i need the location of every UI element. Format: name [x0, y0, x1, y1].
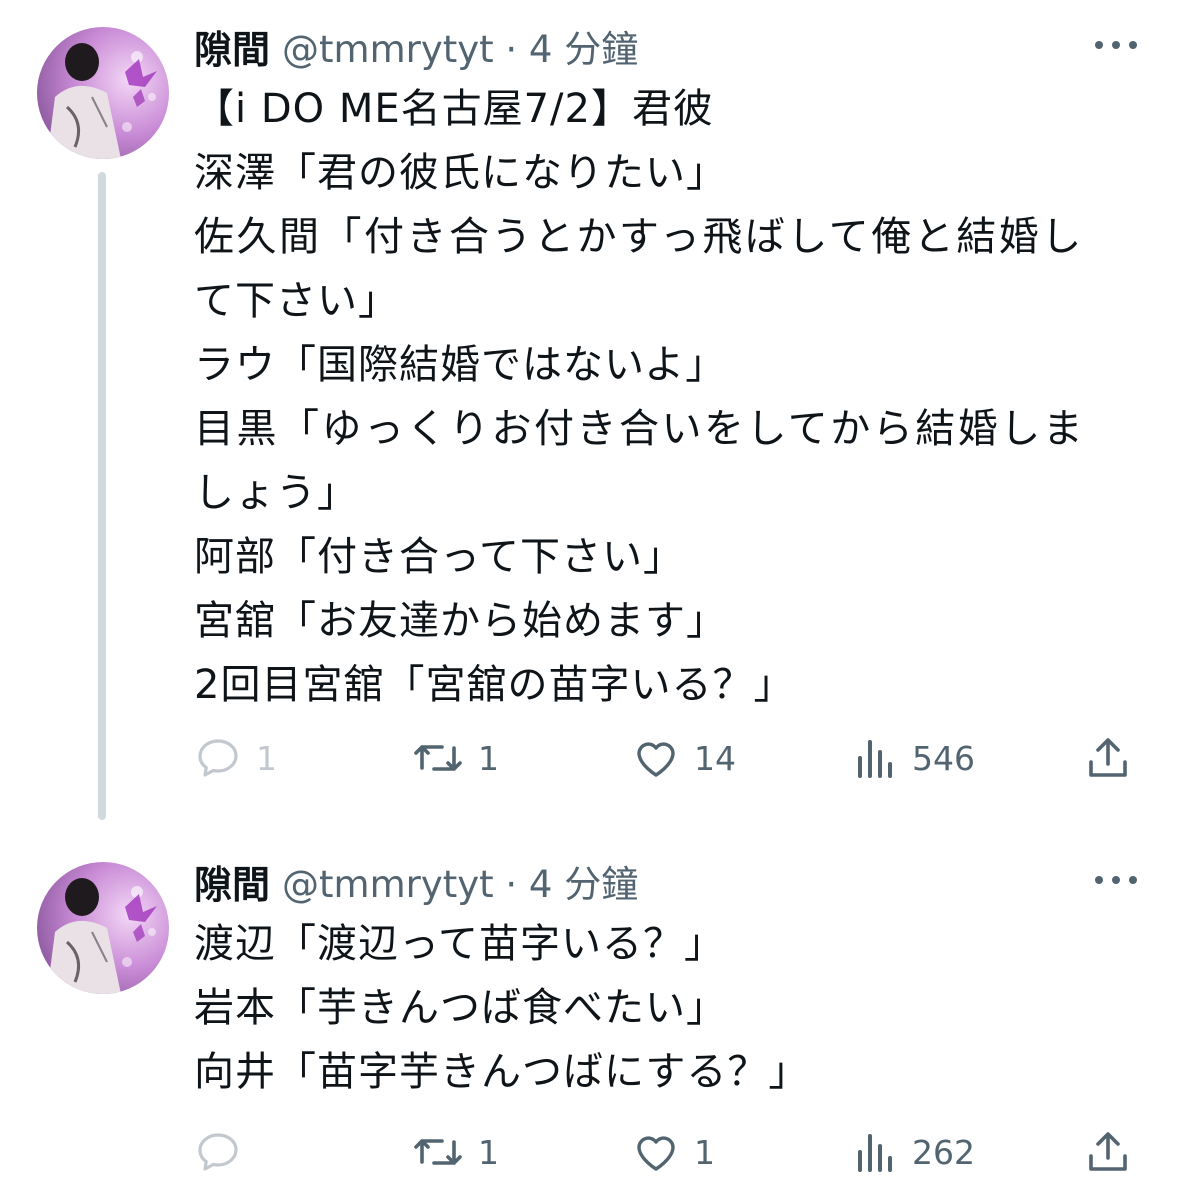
- tweet-line: 目黒「ゆっくりお付き合いをしてから結婚しま: [194, 406, 1086, 452]
- reply-button[interactable]: 1: [194, 728, 277, 788]
- retweet-icon: [414, 745, 462, 771]
- retweet-icon: [414, 1139, 462, 1165]
- tweet-header: 隙間 @tmmrytyt · 4 分鐘: [194, 855, 638, 907]
- handle-and-time[interactable]: @tmmrytyt · 4 分鐘: [282, 19, 638, 73]
- avatar[interactable]: [37, 862, 169, 994]
- tweet[interactable]: 隙間 @tmmrytyt · 4 分鐘 【i DO ME名古屋7/2】君彼 深澤…: [0, 0, 1179, 835]
- tweet-line: ラウ「国際結婚ではないよ」: [194, 342, 727, 388]
- like-button[interactable]: 1: [632, 1122, 715, 1182]
- display-name[interactable]: 隙間: [194, 19, 270, 74]
- avatar[interactable]: [37, 27, 169, 159]
- share-button[interactable]: [1084, 728, 1132, 788]
- views-icon: [858, 740, 892, 778]
- tweet-line: 【i DO ME名古屋7/2】君彼: [194, 86, 714, 132]
- views-button[interactable]: 262: [854, 1122, 975, 1182]
- share-icon: [1089, 738, 1127, 777]
- like-button[interactable]: 14: [632, 728, 736, 788]
- tweet-line: 阿部「付き合って下さい」: [194, 534, 684, 580]
- retweet-count: 1: [478, 738, 499, 778]
- views-button[interactable]: 546: [854, 728, 975, 788]
- tweet-line: 宮舘「お友達から始めます」: [194, 598, 727, 644]
- share-icon: [1089, 1132, 1127, 1171]
- tweet-line: 岩本「芋きんつば食べたい」: [194, 985, 727, 1031]
- tweet-line: 向井「苗字芋きんつばにする？」: [194, 1049, 810, 1095]
- heart-icon: [637, 1136, 675, 1171]
- tweet[interactable]: 隙間 @tmmrytyt · 4 分鐘 渡辺「渡辺って苗字いる？」 岩本「芋きん…: [0, 835, 1179, 1199]
- action-bar: 1 1 262: [194, 1122, 1144, 1182]
- heart-icon: [637, 742, 675, 777]
- tweet-header: 隙間 @tmmrytyt · 4 分鐘: [194, 20, 638, 72]
- tweet-line: て下さい」: [194, 278, 399, 324]
- reply-icon: [198, 739, 238, 777]
- like-count: 1: [694, 1132, 715, 1172]
- display-name[interactable]: 隙間: [194, 854, 270, 909]
- more-icon[interactable]: [1095, 873, 1137, 887]
- thread-connector: [98, 172, 106, 820]
- views-count: 262: [912, 1132, 975, 1172]
- reply-button[interactable]: [194, 1122, 256, 1182]
- tweet-text: 【i DO ME名古屋7/2】君彼 深澤「君の彼氏になりたい」 佐久間「付き合う…: [194, 77, 1144, 717]
- like-count: 14: [694, 738, 736, 778]
- more-icon[interactable]: [1095, 38, 1137, 52]
- reply-icon: [198, 1133, 238, 1171]
- tweet-line: 深澤「君の彼氏になりたい」: [194, 150, 727, 196]
- tweet-line: しょう」: [194, 470, 358, 516]
- reply-count: 1: [256, 738, 277, 778]
- views-icon: [858, 1134, 892, 1172]
- tweet-line: 2回目宮舘「宮舘の苗字いる？」: [194, 662, 795, 708]
- tweet-line: 渡辺「渡辺って苗字いる？」: [194, 921, 725, 967]
- handle-and-time[interactable]: @tmmrytyt · 4 分鐘: [282, 854, 638, 908]
- action-bar: 1 1 14 546: [194, 728, 1144, 788]
- share-button[interactable]: [1084, 1122, 1132, 1182]
- tweet-text: 渡辺「渡辺って苗字いる？」 岩本「芋きんつば食べたい」 向井「苗字芋きんつばにす…: [194, 912, 1144, 1104]
- retweet-button[interactable]: 1: [412, 728, 499, 788]
- views-count: 546: [912, 738, 975, 778]
- retweet-button[interactable]: 1: [412, 1122, 499, 1182]
- retweet-count: 1: [478, 1132, 499, 1172]
- tweet-line: 佐久間「付き合うとかすっ飛ばして俺と結婚し: [194, 214, 1084, 260]
